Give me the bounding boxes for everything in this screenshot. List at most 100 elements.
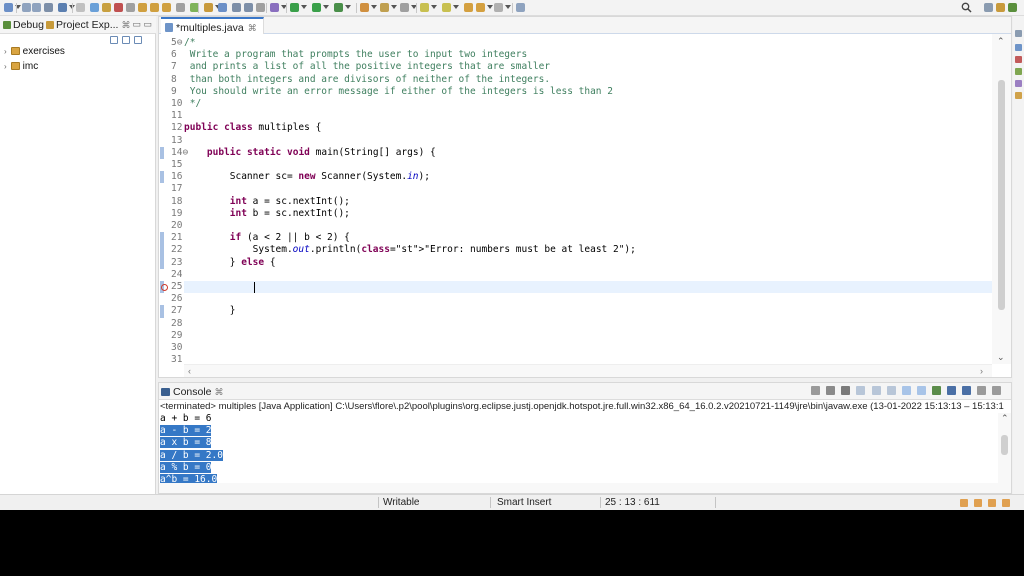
save-icon[interactable] [22,3,31,12]
quick-access-search-icon[interactable] [961,2,972,13]
open-perspective-icon[interactable] [984,3,993,12]
console-output-line[interactable]: a / b = 2.0 [160,449,998,462]
code-line[interactable]: int a = sc.nextInt(); [184,196,992,208]
minimize-maximize-icon[interactable]: ▭ ▭ [132,19,152,30]
open-type-icon[interactable] [380,3,389,12]
quick-diff-marker[interactable] [160,171,164,184]
tab-console[interactable]: Console ⌘ [161,386,224,398]
tree-item-exercises[interactable]: › exercises [4,46,65,57]
console-output-line[interactable]: a % b = 0 [160,461,998,474]
scroll-up-icon[interactable]: ⌃ [997,36,1005,47]
remove-launch-icon[interactable] [826,386,836,395]
scroll-up-icon[interactable]: ⌃ [1001,413,1009,424]
code-line[interactable]: and prints a list of all the positive in… [184,61,992,73]
close-icon[interactable]: ⌘ [248,23,257,33]
new-icon[interactable] [4,3,13,12]
expand-arrow-icon[interactable]: › [4,62,7,71]
dropdown-arrow-icon[interactable] [371,5,377,9]
scrollbar-thumb[interactable] [998,80,1005,310]
quick-diff-marker[interactable] [160,244,164,257]
new-package-icon[interactable] [360,3,369,12]
print-icon[interactable] [44,3,53,12]
remove-all-icon[interactable] [841,386,851,395]
scrollbar-thumb[interactable] [1001,435,1008,455]
code-line[interactable]: } else { [184,257,992,269]
progress-icon[interactable] [974,499,983,507]
collapse-all-icon[interactable] [110,36,118,44]
code-line[interactable]: Write a program that prompts the user to… [184,49,992,61]
console-output-line[interactable]: a^b = 16.0 [160,473,998,483]
close-icon[interactable]: ⌘ [121,20,130,30]
code-line[interactable]: } [184,305,992,317]
code-text-area[interactable]: /* Write a program that prompts the user… [184,34,992,364]
code-line[interactable] [184,318,992,330]
toggle-block-icon[interactable] [244,3,253,12]
scroll-lock-icon[interactable] [871,386,881,395]
expand-arrow-icon[interactable]: › [4,47,7,56]
notification-icon[interactable] [960,499,968,507]
console-output[interactable]: a + b = 6a - b = 2a x b = 8a / b = 2.0 a … [160,413,998,483]
view-menu-icon[interactable] [146,36,152,44]
code-line[interactable] [184,110,992,122]
save-all-icon[interactable] [32,3,41,12]
debug-run-icon[interactable] [270,3,279,12]
insert-mode-status[interactable]: Smart Insert [497,497,551,508]
forward-icon[interactable] [494,3,503,12]
last-edit-icon[interactable] [464,3,473,12]
terminate-icon[interactable] [114,3,123,12]
run-icon[interactable] [290,3,299,12]
restore-icon[interactable] [1015,30,1022,37]
code-line[interactable] [184,269,992,281]
code-line[interactable]: public class multiples { [184,122,992,134]
console-vertical-scrollbar[interactable]: ⌃ [998,413,1011,483]
link-editor-icon[interactable] [122,36,130,44]
scroll-left-icon[interactable]: ‹ [188,366,191,376]
console-output-line[interactable]: a + b = 6 [160,413,998,425]
dropdown-arrow-icon[interactable] [391,5,397,9]
dropdown-arrow-icon[interactable] [323,5,329,9]
code-line[interactable] [184,135,992,147]
java-perspective-icon[interactable] [204,3,213,12]
external-tools-icon[interactable] [334,3,343,12]
open-console-icon[interactable] [961,386,971,395]
terminal-icon[interactable] [58,3,67,12]
dropdown-arrow-icon[interactable] [505,5,511,9]
dropdown-arrow-icon[interactable] [345,5,351,9]
new-java-class-icon[interactable] [218,3,227,12]
annotation-ruler[interactable] [159,34,171,364]
code-line[interactable] [184,330,992,342]
pin-console-icon[interactable] [931,386,941,395]
step-over-icon[interactable] [150,3,159,12]
pin-editor-icon[interactable] [516,3,525,12]
back-icon[interactable] [476,3,485,12]
code-line[interactable]: if (a < 2 || b < 2) { [184,232,992,244]
step-return-icon[interactable] [162,3,171,12]
code-line[interactable]: int b = sc.nextInt(); [184,208,992,220]
step-into-icon[interactable] [138,3,147,12]
drop-frame-icon[interactable] [176,3,185,12]
code-line[interactable]: System.out.println(class="st">"Error: nu… [184,244,992,256]
word-wrap-icon[interactable] [886,386,896,395]
coverage-icon[interactable] [312,3,321,12]
disconnect-icon[interactable] [126,3,135,12]
show-stderr-icon[interactable] [916,386,926,395]
dropdown-arrow-icon[interactable] [487,5,493,9]
clear-console-icon[interactable] [856,386,866,395]
search-icon[interactable] [400,3,409,12]
console-output-line[interactable]: a x b = 8 [160,437,998,449]
declaration-icon[interactable] [1015,92,1022,99]
tab-debug[interactable]: Debug [3,19,44,31]
code-line[interactable]: /* [184,37,992,49]
maximize-icon[interactable] [992,386,1001,395]
resume-icon[interactable] [90,3,99,12]
code-line[interactable]: */ [184,98,992,110]
quick-diff-marker[interactable] [160,232,164,245]
editor-horizontal-scrollbar[interactable]: ‹ › [184,364,992,377]
dropdown-arrow-icon[interactable] [431,5,437,9]
tasks-icon[interactable] [1015,68,1022,75]
code-line[interactable] [184,354,992,364]
code-line[interactable] [184,183,992,195]
cursor-position-status[interactable]: 25 : 13 : 611 [605,497,660,508]
perspective-switcher[interactable] [984,3,1020,13]
show-stdout-icon[interactable] [901,386,911,395]
